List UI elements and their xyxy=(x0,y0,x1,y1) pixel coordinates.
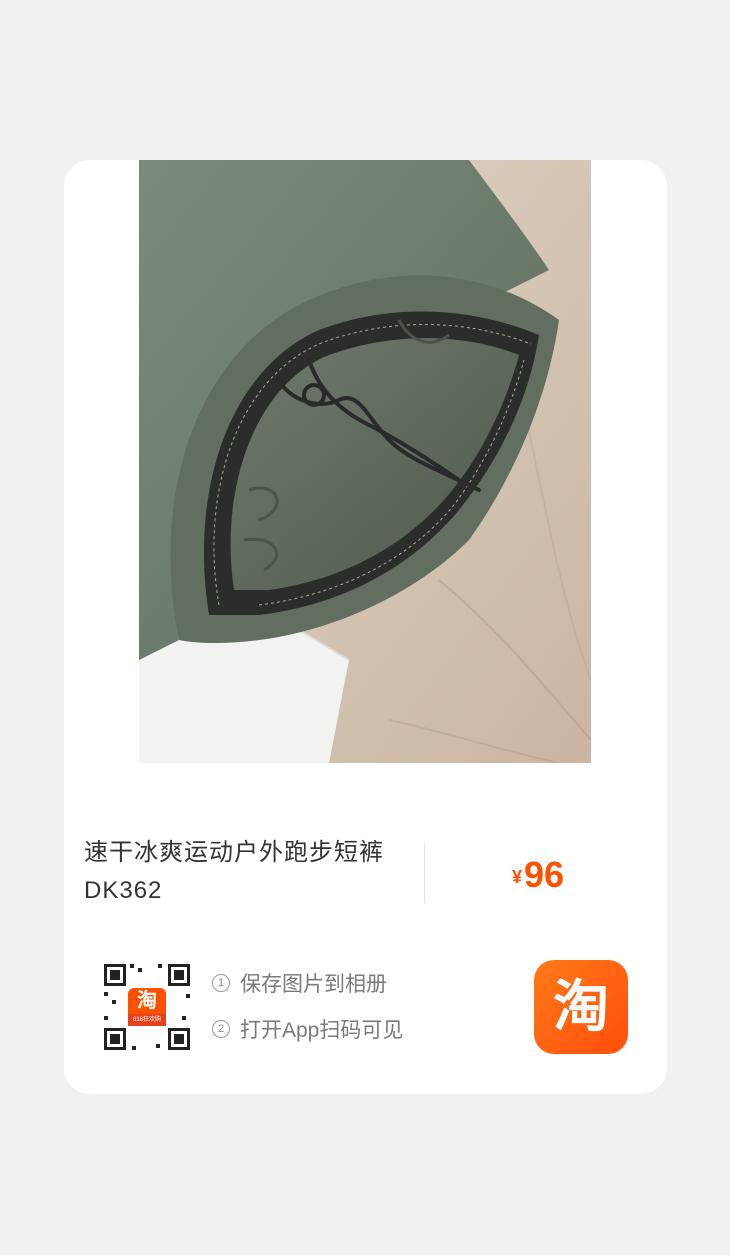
instruction-step-1: 1 保存图片到相册 xyxy=(212,966,403,1000)
price-amount: 96 xyxy=(524,854,565,895)
scan-instructions: 1 保存图片到相册 2 打开App扫码可见 xyxy=(212,966,403,1058)
share-card: 速干冰爽运动户外跑步短裤 DK362 ¥96 淘 618狂欢购 1 保存图片到相… xyxy=(64,160,667,1094)
instruction-step-2: 2 打开App扫码可见 xyxy=(212,1012,403,1046)
product-title-line2: DK362 xyxy=(84,877,163,904)
step-label: 保存图片到相册 xyxy=(240,973,387,996)
taobao-logo-icon[interactable]: 淘 xyxy=(534,960,628,1054)
qr-badge-sub: 618狂欢购 xyxy=(132,1017,161,1023)
price-currency: ¥ xyxy=(512,867,523,887)
product-price: ¥96 xyxy=(512,854,564,896)
taobao-logo-glyph: 淘 xyxy=(553,975,609,1038)
product-photo-illustration xyxy=(139,160,591,763)
product-photo[interactable] xyxy=(139,160,591,763)
step-number-icon: 1 xyxy=(212,974,230,992)
qr-badge-icon: 淘 xyxy=(137,990,157,1012)
qr-code[interactable]: 淘 618狂欢购 xyxy=(100,960,194,1054)
product-title-line1: 速干冰爽运动户外跑步短裤 xyxy=(84,839,384,866)
product-title: 速干冰爽运动户外跑步短裤 DK362 xyxy=(84,834,424,910)
title-price-divider xyxy=(424,843,425,903)
step-number-icon: 2 xyxy=(212,1020,230,1038)
step-label: 打开App扫码可见 xyxy=(240,1019,404,1042)
